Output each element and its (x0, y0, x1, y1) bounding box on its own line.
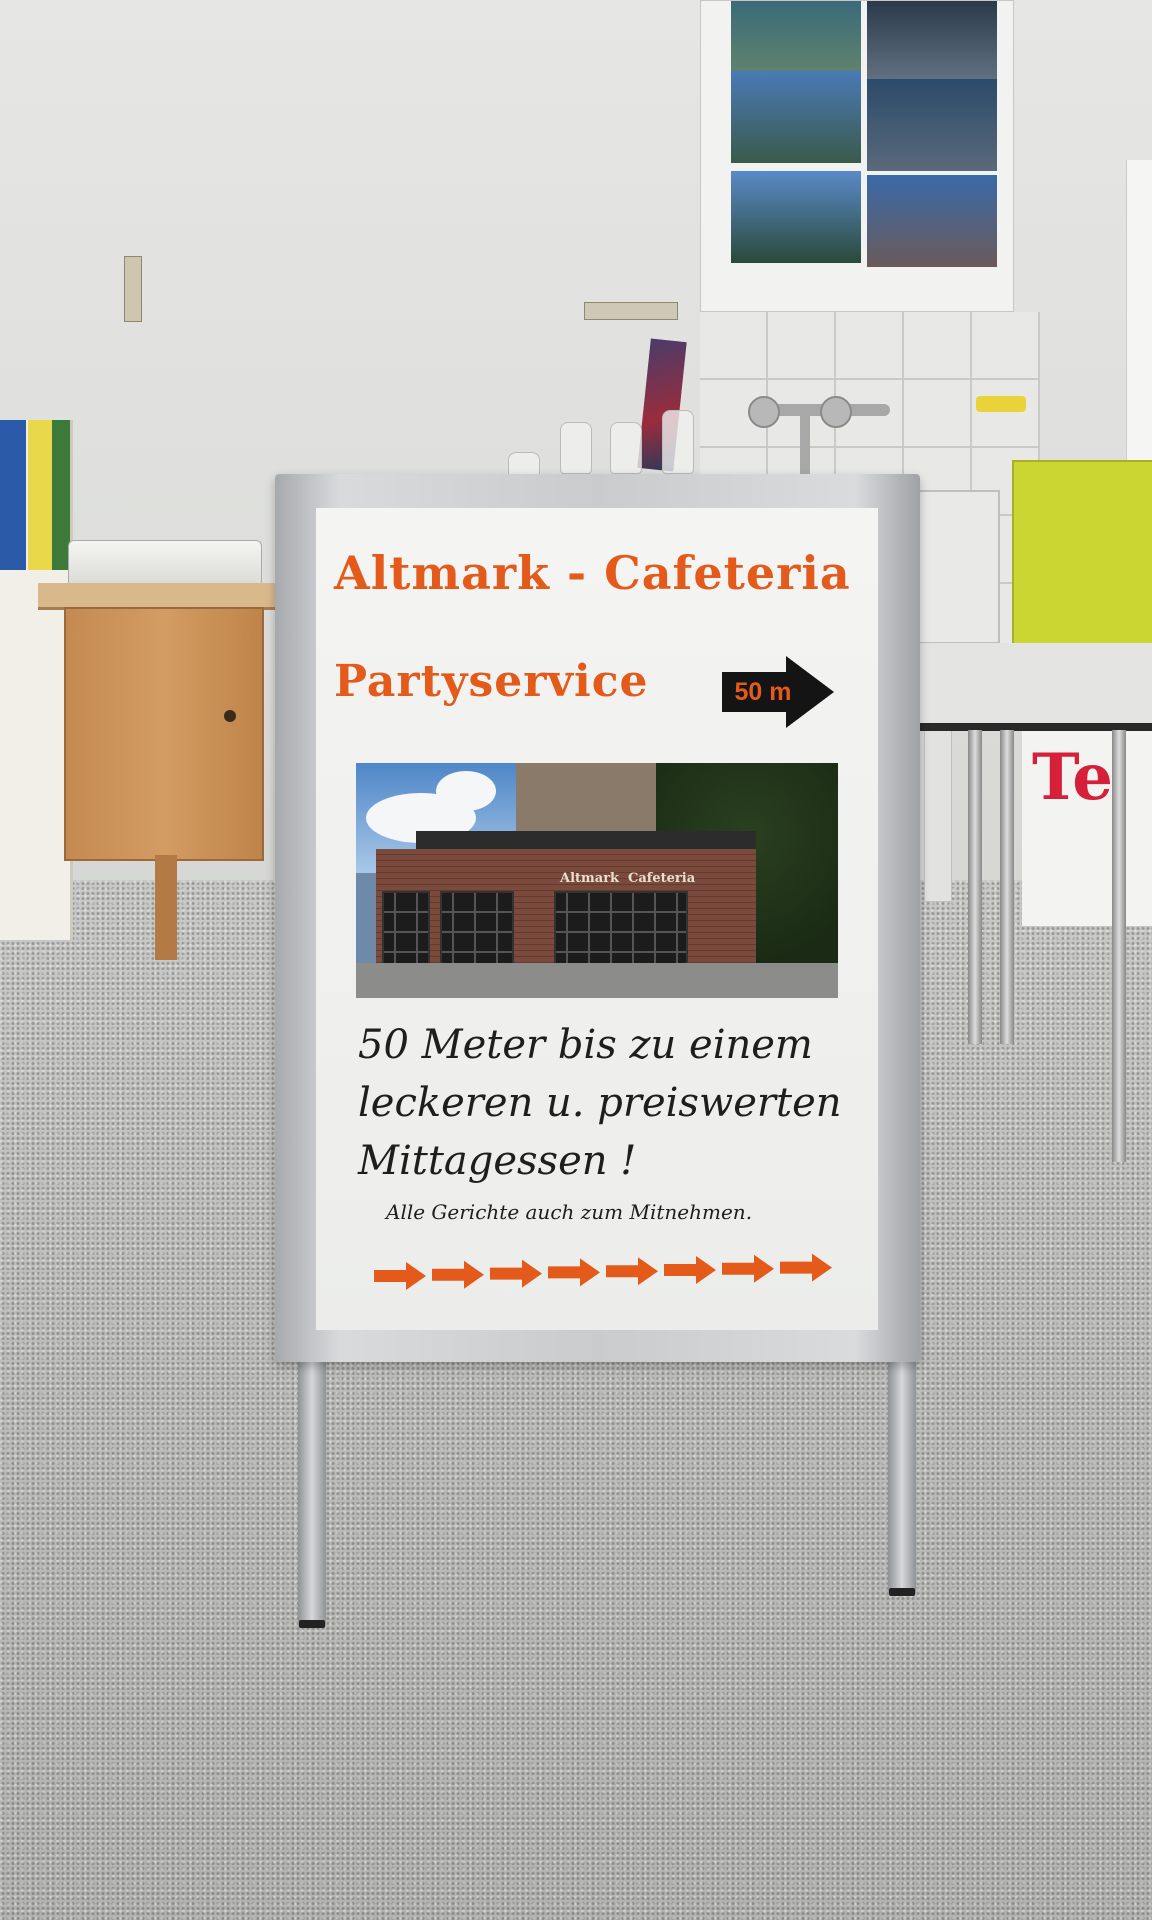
sign-body-line: 50 Meter bis zu einem (358, 1022, 813, 1068)
arrow-row (374, 1253, 832, 1290)
orange-arrow-icon (432, 1260, 484, 1289)
wall-thermometer (124, 256, 142, 322)
sign-title: Altmark - Cafeteria (334, 546, 851, 600)
green-panel (1012, 460, 1152, 652)
cabinet-leg (155, 855, 177, 960)
distance-label: 50 m (734, 678, 792, 706)
photo-facade-text: Altmark (560, 871, 620, 886)
drain-pipe (924, 720, 952, 902)
sign-subtitle: Partyservice (334, 656, 649, 707)
table-leg (1000, 730, 1014, 1044)
sign-leg-left (298, 1340, 326, 1626)
wall-calendar (1126, 160, 1152, 460)
sign-body-line: leckeren u. preiswerten (358, 1080, 842, 1126)
sign-leg-right (888, 1340, 916, 1594)
sign-body-line: Mittagessen ! (358, 1138, 637, 1184)
bottle (662, 410, 694, 474)
bottle (560, 422, 592, 474)
bottle (610, 422, 642, 474)
table-top (900, 643, 1152, 731)
binder (28, 420, 54, 570)
orange-arrow-icon (548, 1258, 600, 1287)
orange-arrow-icon (780, 1253, 832, 1282)
faucet-knob (748, 396, 780, 428)
orange-arrow-icon (490, 1259, 542, 1288)
background-sign-text: Te (1032, 740, 1113, 815)
key-rack (584, 302, 678, 320)
wall-poster (700, 0, 1014, 312)
orange-arrow-icon (606, 1257, 658, 1286)
photo-facade-text: Cafeteria (628, 871, 696, 886)
table-leg (968, 730, 982, 1044)
faucet-knob (820, 396, 852, 428)
desk-top (38, 583, 278, 610)
orange-arrow-icon (722, 1254, 774, 1283)
cabinet-knob (224, 710, 236, 722)
sign-note: Alle Gerichte auch zum Mitnehmen. (386, 1200, 753, 1224)
sponge (976, 396, 1026, 412)
bookshelf (0, 420, 73, 940)
table-leg (1112, 730, 1126, 1162)
cafeteria-photo: Altmark Cafeteria (356, 763, 838, 998)
binder (0, 420, 26, 570)
orange-arrow-icon (374, 1262, 426, 1290)
wooden-cabinet (64, 607, 264, 861)
leg-foot (889, 1588, 915, 1596)
background-sign: Te (1022, 730, 1152, 926)
leg-foot (299, 1620, 325, 1628)
orange-arrow-icon (664, 1256, 716, 1284)
faucet-spout (800, 416, 810, 476)
